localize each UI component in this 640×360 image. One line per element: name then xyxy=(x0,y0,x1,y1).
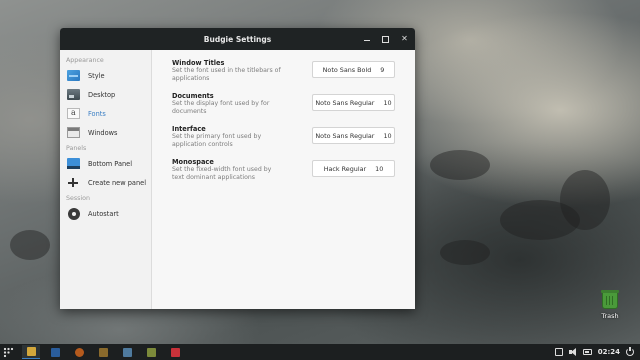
task-list xyxy=(22,345,184,359)
section-label-panels: Panels xyxy=(66,145,87,152)
font-row-description: Set the display font used by for xyxy=(172,100,270,107)
volume-icon[interactable] xyxy=(568,348,577,356)
font-row-description: Set the fixed-width font used by xyxy=(172,166,272,173)
font-row-title: Monospace xyxy=(172,158,214,166)
font-row-description: applications xyxy=(172,74,210,82)
sidebar-item-label: Style xyxy=(88,71,105,80)
bottom-panel: 02:24 xyxy=(0,344,640,360)
documents-font-button[interactable]: Noto Sans Regular 10 xyxy=(312,94,395,111)
sidebar-item-label: Bottom Panel xyxy=(88,159,133,168)
taskbar-item[interactable] xyxy=(142,345,160,359)
font-name: Noto Sans Bold xyxy=(322,65,372,74)
section-label-session: Session xyxy=(66,195,91,202)
font-row-monospace: Monospace Set the fixed-width font used … xyxy=(172,158,395,191)
sidebar-item-label: Desktop xyxy=(88,90,116,99)
app-menu-icon[interactable] xyxy=(3,346,14,358)
fonts-settings-panel: Window Titles Set the font used in the t… xyxy=(152,50,415,309)
taskbar-item[interactable] xyxy=(46,345,64,359)
font-row-description: Set the primary font used by xyxy=(172,133,262,140)
font-row-description: application controls xyxy=(172,140,233,148)
font-size: 10 xyxy=(383,98,392,107)
windows-icon xyxy=(67,127,80,138)
sidebar-item-label: Windows xyxy=(88,128,118,137)
app-icon xyxy=(146,347,156,357)
app-icon xyxy=(98,347,108,357)
sidebar-item-label: Create new panel xyxy=(88,178,147,187)
taskbar-item[interactable] xyxy=(94,345,112,359)
window-controls: ✕ xyxy=(362,28,409,50)
gear-icon xyxy=(67,207,80,220)
battery-icon[interactable] xyxy=(582,349,592,355)
maximize-button[interactable] xyxy=(381,35,390,44)
interface-font-button[interactable]: Noto Sans Regular 10 xyxy=(312,127,395,144)
sidebar-item-bottom-panel[interactable]: Bottom Panel xyxy=(60,154,151,173)
font-size: 9 xyxy=(380,65,385,74)
app-icon xyxy=(26,347,36,356)
font-row-interface: Interface Set the primary font used by a… xyxy=(172,125,395,158)
panel-clock[interactable]: 02:24 xyxy=(598,348,620,356)
system-tray: 02:24 xyxy=(554,347,634,356)
close-button[interactable]: ✕ xyxy=(400,35,409,44)
font-row-documents: Documents Set the display font used by f… xyxy=(172,92,395,125)
font-row-title: Window Titles xyxy=(172,59,225,67)
sidebar-item-style[interactable]: Style xyxy=(60,66,151,85)
style-icon xyxy=(67,70,80,81)
trash-icon xyxy=(601,290,619,309)
taskbar-item[interactable] xyxy=(118,345,136,359)
window-titles-font-button[interactable]: Noto Sans Bold 9 xyxy=(312,61,395,78)
fonts-icon xyxy=(67,108,80,119)
settings-sidebar: Appearance Style Desktop Fonts Windows P… xyxy=(60,50,152,309)
sidebar-item-autostart[interactable]: Autostart xyxy=(60,204,151,223)
sidebar-item-desktop[interactable]: Desktop xyxy=(60,85,151,104)
app-icon xyxy=(170,347,180,357)
font-row-description: documents xyxy=(172,107,207,115)
minimize-button[interactable] xyxy=(362,35,371,44)
app-icon xyxy=(50,347,60,357)
sidebar-item-windows[interactable]: Windows xyxy=(60,123,151,142)
font-row-window-titles: Window Titles Set the font used in the t… xyxy=(172,59,395,92)
trash-label: Trash xyxy=(601,312,619,320)
notification-icon[interactable] xyxy=(554,348,563,356)
font-name: Hack Regular xyxy=(323,164,367,173)
panel-icon xyxy=(67,158,80,169)
section-label-appearance: Appearance xyxy=(66,57,104,64)
monospace-font-button[interactable]: Hack Regular 10 xyxy=(312,160,395,177)
desktop-trash[interactable]: Trash xyxy=(598,290,622,320)
desktop-icon xyxy=(67,89,80,100)
sidebar-item-fonts[interactable]: Fonts xyxy=(60,104,151,123)
font-row-description: Set the font used in the titlebars of xyxy=(172,67,281,74)
sidebar-item-label: Fonts xyxy=(88,109,106,118)
font-size: 10 xyxy=(375,164,384,173)
power-icon[interactable] xyxy=(626,347,634,356)
font-row-title: Documents xyxy=(172,92,214,100)
app-icon xyxy=(122,347,132,357)
plus-icon xyxy=(67,177,80,188)
sidebar-item-create-new-panel[interactable]: Create new panel xyxy=(60,173,151,192)
taskbar-item[interactable] xyxy=(22,345,40,359)
font-row-description: text dominant applications xyxy=(172,173,256,181)
budgie-settings-window: Budgie Settings ✕ Appearance Style Deskt… xyxy=(60,28,415,309)
font-row-title: Interface xyxy=(172,125,206,133)
taskbar-item[interactable] xyxy=(70,345,88,359)
taskbar-item[interactable] xyxy=(166,345,184,359)
sidebar-item-label: Autostart xyxy=(88,209,119,218)
window-title: Budgie Settings xyxy=(203,34,272,44)
window-titlebar[interactable]: Budgie Settings ✕ xyxy=(60,28,415,50)
font-name: Noto Sans Regular xyxy=(315,131,375,140)
app-icon xyxy=(74,347,84,357)
font-name: Noto Sans Regular xyxy=(315,98,375,107)
font-size: 10 xyxy=(383,131,392,140)
